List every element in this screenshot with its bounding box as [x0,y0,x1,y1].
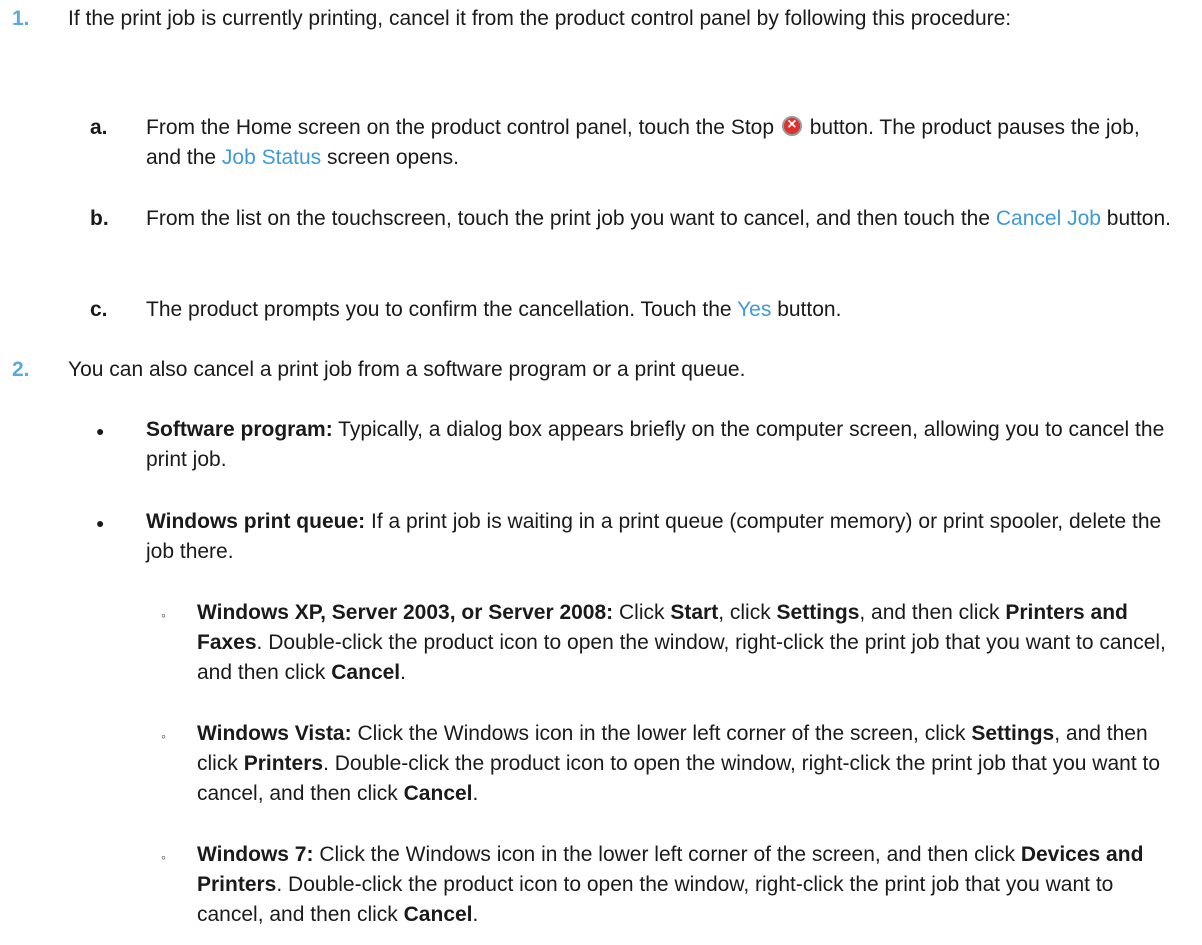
text: . Double-click the product icon to open … [197,873,1114,926]
bullet-title: Windows print queue: [146,510,366,533]
ui-settings: Settings [776,601,860,624]
text: , and then click [859,601,1000,624]
circle-bullet: ◦ [161,607,166,623]
bullet-title: Software program: [146,418,333,441]
bullet-text: Windows print queue: If a print job is w… [146,507,1176,567]
circle-bullet: ◦ [161,849,166,865]
step-number: 1. [12,7,30,30]
subitem-title: Windows 7: [197,843,314,866]
step-text: If the print job is currently printing, … [68,7,1012,30]
text: Click [619,601,665,624]
bullet-dot: ● [96,423,105,439]
text: From the Home screen on the product cont… [146,116,775,139]
text: Click the Windows icon in the lower left… [357,722,966,745]
step-number: 2. [12,358,30,381]
text: Click the Windows icon in the lower left… [319,843,1015,866]
substep-text: The product prompts you to confirm the c… [146,295,1176,325]
text: screen opens. [327,146,459,169]
ui-label-yes: Yes [737,298,772,321]
text: button. [777,298,842,321]
substep-text: From the Home screen on the product cont… [146,110,1176,173]
substep-letter: c. [90,298,108,321]
ui-cancel: Cancel [331,661,401,684]
ui-cancel: Cancel [403,903,473,926]
text: The product prompts you to confirm the c… [146,298,732,321]
ui-cancel: Cancel [403,782,473,805]
text: . [472,782,479,805]
substep-letter: b. [90,207,109,230]
text: . [472,903,479,926]
stop-icon [781,110,802,140]
subitem-text: Windows 7: Click the Windows icon in the… [197,840,1172,930]
bullet-text: Software program: Typically, a dialog bo… [146,415,1176,475]
substep-text: From the list on the touchscreen, touch … [146,204,1176,234]
text: , click [718,601,771,624]
subitem-text: Windows XP, Server 2003, or Server 2008:… [197,598,1172,688]
text: button. [1106,207,1171,230]
step-text: You can also cancel a print job from a s… [68,358,746,381]
ui-start: Start [670,601,719,624]
text: . [400,661,406,684]
text: . Double-click the product icon to open … [197,752,1161,805]
circle-bullet: ◦ [161,728,166,744]
ui-printers: Printers [243,752,324,775]
subitem-title: Windows XP, Server 2003, or Server 2008: [197,601,614,624]
ui-label-job-status: Job Status [221,146,322,169]
ui-settings: Settings [971,722,1055,745]
text: From the list on the touchscreen, touch … [146,207,991,230]
subitem-text: Windows Vista: Click the Windows icon in… [197,719,1172,809]
bullet-dot: ● [96,515,105,531]
ui-label-cancel-job: Cancel Job [995,207,1101,230]
subitem-title: Windows Vista: [197,722,352,745]
substep-letter: a. [90,116,108,139]
